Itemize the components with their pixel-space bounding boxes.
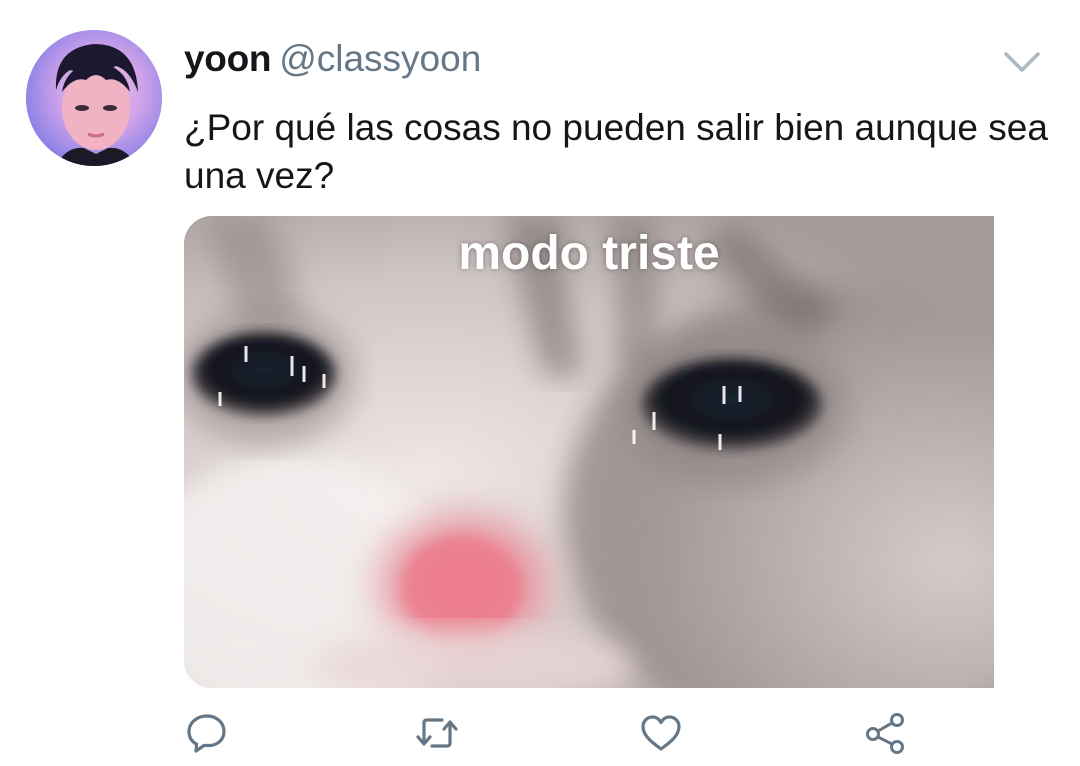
display-name[interactable]: yoon (184, 38, 271, 79)
media-caption: modo triste (458, 227, 720, 280)
reply-icon[interactable] (184, 710, 230, 756)
heart-icon[interactable] (638, 710, 684, 756)
avatar[interactable] (26, 30, 162, 166)
share-icon[interactable] (862, 710, 908, 756)
tweet-actions (0, 710, 1080, 756)
tweet-media[interactable]: modo triste (184, 216, 994, 688)
tweet-text: ¿Por qué las cosas no pueden salir bien … (184, 107, 1048, 196)
tweet-card[interactable]: yoon @classyoon ¿Por qué las cosas no pue… (0, 0, 1080, 766)
retweet-icon[interactable] (414, 710, 460, 756)
user-handle[interactable]: @classyoon (279, 38, 481, 79)
tweet-header: yoon @classyoon (184, 38, 481, 82)
chevron-down-icon[interactable] (1002, 48, 1042, 76)
avatar-image (26, 30, 162, 166)
cat-image (184, 216, 994, 688)
